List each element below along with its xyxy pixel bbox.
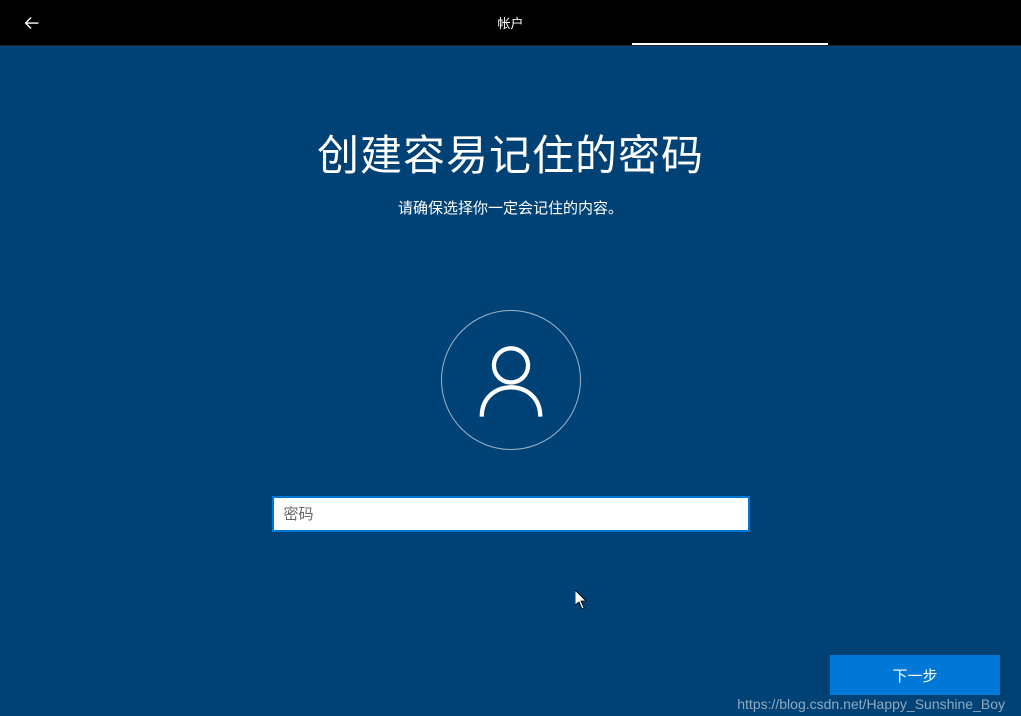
main-content: 创建容易记住的密码 请确保选择你一定会记住的内容。 <box>0 46 1021 532</box>
password-input-wrap <box>272 496 750 532</box>
watermark-text: https://blog.csdn.net/Happy_Sunshine_Boy <box>737 696 1005 712</box>
page-title: 创建容易记住的密码 <box>0 122 1021 183</box>
avatar-placeholder <box>441 310 581 450</box>
header-tab-underline <box>632 43 828 45</box>
page-subtitle: 请确保选择你一定会记住的内容。 <box>0 197 1021 218</box>
header-title: 帐户 <box>497 13 523 32</box>
back-arrow-icon <box>21 12 43 34</box>
user-icon <box>472 341 550 419</box>
password-input[interactable] <box>272 496 750 532</box>
cursor-icon <box>575 590 589 610</box>
back-button[interactable] <box>20 11 44 35</box>
next-button[interactable]: 下一步 <box>830 655 1000 695</box>
header-bar: 帐户 <box>0 0 1021 46</box>
